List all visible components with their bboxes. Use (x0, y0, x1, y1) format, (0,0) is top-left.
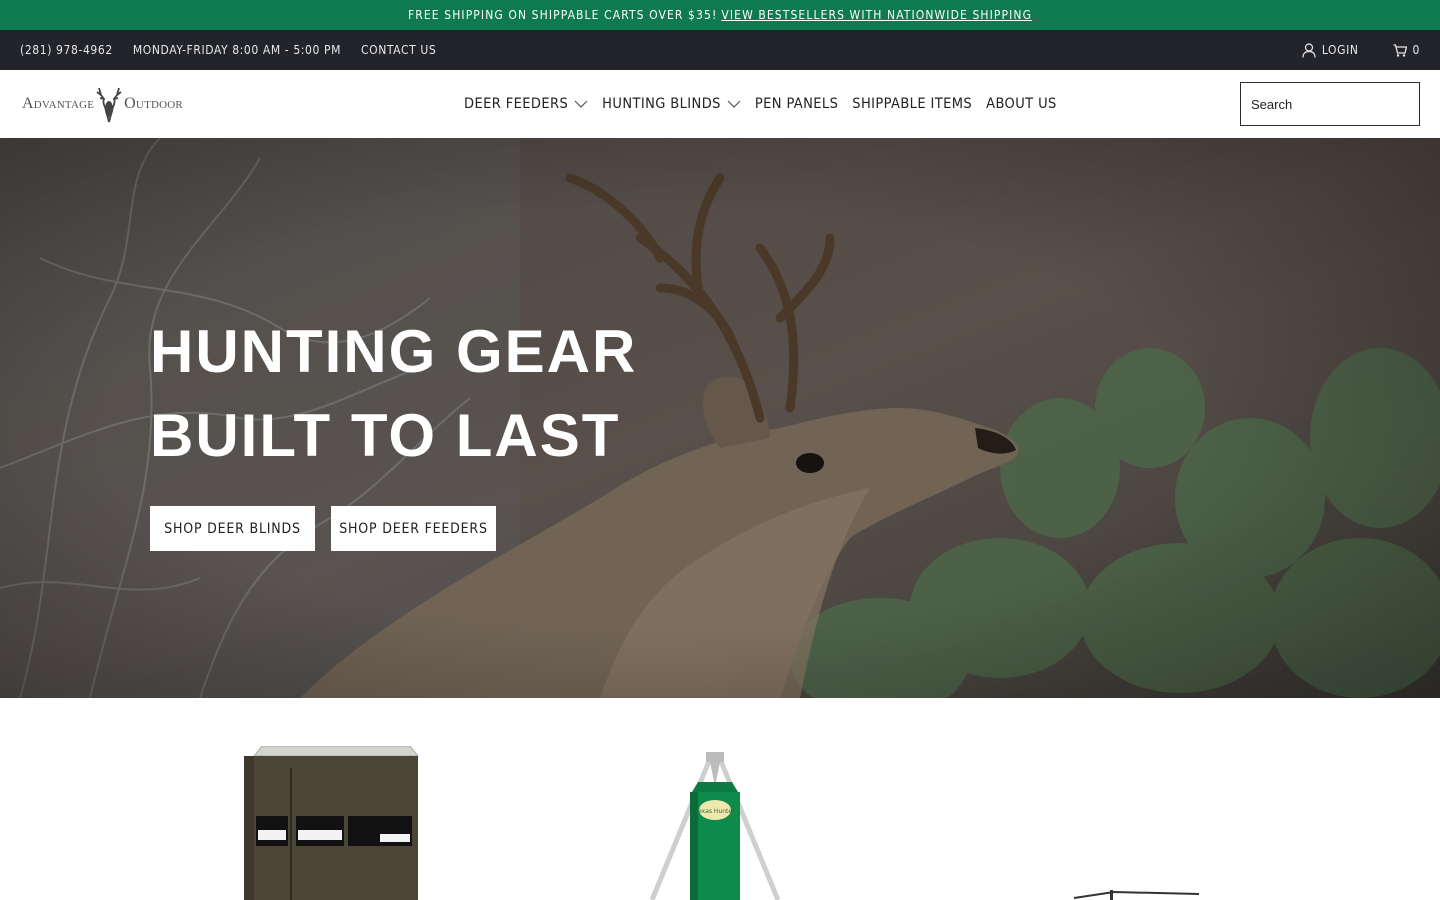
login-label: LOGIN (1321, 43, 1359, 57)
hero-title: HUNTING GEAR BUILT TO LAST (150, 310, 637, 478)
product-image-deer-blind[interactable] (240, 746, 420, 900)
deer-antler-logo-icon (96, 87, 122, 123)
utility-bar: (281) 978-4962 MONDAY-FRIDAY 8:00 AM - 5… (0, 30, 1440, 70)
nav-label: HUNTING BLINDS (602, 96, 721, 112)
user-icon (1302, 42, 1316, 58)
search-input[interactable] (1251, 96, 1427, 112)
chevron-down-icon (727, 100, 741, 108)
logo-text-right: Outdoor (124, 95, 183, 112)
site-logo[interactable]: Advantage Outdoor (22, 84, 204, 124)
product-image-pen-panel[interactable] (1074, 888, 1204, 900)
nav-label: DEER FEEDERS (464, 96, 569, 112)
cart-link[interactable]: 0 (1393, 43, 1420, 57)
main-nav: DEER FEEDERS HUNTING BLINDS PEN PANELS S… (464, 70, 1057, 138)
featured-products: Texas Hunter (0, 698, 1440, 900)
logo-text-left: Advantage (22, 95, 95, 112)
shop-deer-feeders-button[interactable]: SHOP DEER FEEDERS (331, 506, 496, 551)
main-header: Advantage Outdoor DEER FEEDERS HUNTING B… (0, 70, 1440, 138)
hero-title-line-2: BUILT TO LAST (150, 402, 621, 469)
hero-content: HUNTING GEAR BUILT TO LAST SHOP DEER BLI… (150, 310, 637, 551)
nav-hunting-blinds[interactable]: HUNTING BLINDS (602, 96, 741, 112)
feeder-brand-mark: Texas Hunter (694, 808, 735, 815)
hero-title-line-1: HUNTING GEAR (150, 318, 638, 385)
chevron-down-icon (574, 100, 588, 108)
cart-icon (1393, 43, 1407, 57)
nav-pen-panels[interactable]: PEN PANELS (755, 96, 838, 112)
login-link[interactable]: LOGIN (1302, 42, 1359, 58)
promo-text: FREE SHIPPING ON SHIPPABLE CARTS OVER $3… (407, 8, 718, 22)
promo-bestsellers-link[interactable]: VIEW BESTSELLERS WITH NATIONWIDE SHIPPIN… (721, 8, 1032, 22)
nav-shippable-items[interactable]: SHIPPABLE ITEMS (852, 96, 972, 112)
cart-count: 0 (1412, 43, 1420, 57)
search-box (1240, 82, 1427, 126)
contact-us-link[interactable]: CONTACT US (361, 43, 436, 57)
phone-link[interactable]: (281) 978-4962 (20, 43, 113, 57)
promo-bar: FREE SHIPPING ON SHIPPABLE CARTS OVER $3… (0, 0, 1440, 30)
hero-buttons: SHOP DEER BLINDS SHOP DEER FEEDERS (150, 506, 637, 551)
business-hours: MONDAY-FRIDAY 8:00 AM - 5:00 PM (132, 43, 342, 57)
shop-deer-blinds-button[interactable]: SHOP DEER BLINDS (150, 506, 315, 551)
product-image-deer-feeder[interactable]: Texas Hunter (650, 752, 780, 900)
nav-deer-feeders[interactable]: DEER FEEDERS (464, 96, 588, 112)
nav-about-us[interactable]: ABOUT US (986, 96, 1057, 112)
hero-banner: HUNTING GEAR BUILT TO LAST SHOP DEER BLI… (0, 138, 1440, 698)
